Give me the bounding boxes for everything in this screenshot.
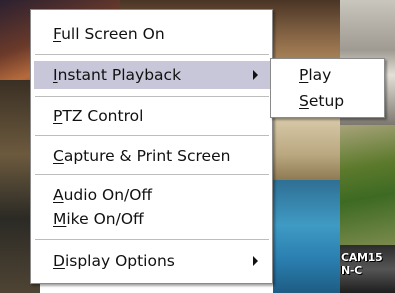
menu-separator	[35, 174, 269, 175]
camera-tile-plants	[340, 125, 395, 245]
menu-item-instant-playback[interactable]: Instant Playback	[34, 61, 270, 89]
instant-playback-submenu: Play Setup	[270, 58, 385, 118]
menu-separator	[35, 239, 269, 240]
submenu-arrow-icon	[253, 70, 258, 80]
menu-separator	[35, 135, 269, 136]
camera-tile-pool	[273, 180, 340, 293]
menu-item-ptz-control[interactable]: PTZ Control	[34, 102, 270, 130]
submenu-item-setup[interactable]: Setup	[274, 89, 382, 113]
menu-item-capture-print-screen[interactable]: Capture & Print Screen	[34, 142, 270, 170]
camera-label: CAM15 N-C	[341, 251, 383, 277]
menu-separator	[35, 96, 269, 97]
submenu-arrow-icon	[253, 256, 258, 266]
menu-item-full-screen-on[interactable]: Full Screen On	[34, 20, 270, 48]
menu-separator	[35, 54, 269, 55]
context-menu: Full Screen On Instant Playback PTZ Cont…	[30, 9, 273, 284]
menu-item-mike-on-off[interactable]: Mike On/Off	[34, 205, 270, 233]
camera-tile-pool-deck	[273, 118, 340, 180]
menu-item-display-options[interactable]: Display Options	[34, 247, 270, 275]
submenu-item-play[interactable]: Play	[274, 63, 382, 87]
